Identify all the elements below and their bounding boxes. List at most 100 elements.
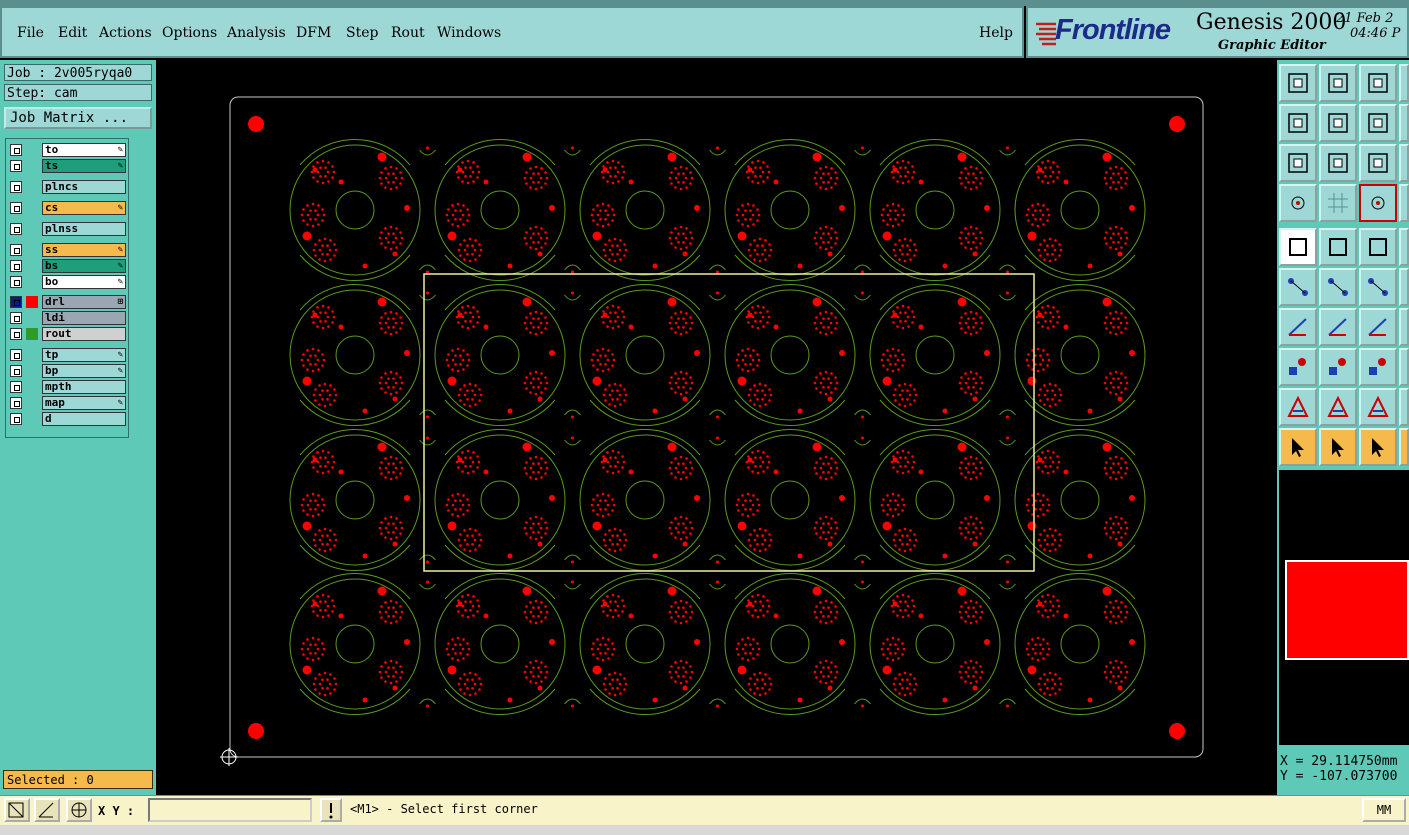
layer-checkbox[interactable] [10, 244, 22, 256]
layer-checkbox[interactable] [10, 202, 22, 214]
arrow-node-button[interactable] [1359, 268, 1397, 306]
layer-checkbox[interactable] [10, 144, 22, 156]
menu-actions[interactable]: Actions [99, 25, 152, 41]
layer-row-to[interactable]: to ✎ [8, 143, 126, 157]
line-a-button[interactable] [1279, 308, 1317, 346]
layer-name[interactable]: map ✎ [42, 396, 126, 410]
alert-button[interactable] [320, 798, 342, 822]
layer-checkbox[interactable] [10, 260, 22, 272]
layer-row-plnss[interactable]: plnss [8, 222, 126, 236]
tool-overflow-button[interactable] [1399, 348, 1409, 386]
layer-checkbox[interactable] [10, 181, 22, 193]
layer-checkbox[interactable] [10, 312, 22, 324]
board-drawing[interactable] [157, 60, 1277, 793]
tool-overflow-button[interactable] [1399, 64, 1409, 102]
pointer-c-button[interactable] [1359, 428, 1397, 466]
home-button[interactable] [1359, 64, 1397, 102]
layer-row-drl[interactable]: drl ⊞ [8, 295, 126, 309]
layer-name[interactable]: drl ⊞ [42, 295, 126, 309]
layer-row-plncs[interactable]: plncs [8, 180, 126, 194]
grid-snap-button[interactable] [66, 798, 92, 822]
zoom-area-button[interactable] [4, 798, 30, 822]
resize-button[interactable] [1359, 348, 1397, 386]
minus-button[interactable] [1319, 348, 1357, 386]
tool-overflow-button[interactable] [1399, 388, 1409, 426]
layer-name[interactable]: cs ✎ [42, 201, 126, 215]
layer-checkbox[interactable] [10, 365, 22, 377]
node-button[interactable] [1279, 348, 1317, 386]
job-matrix-button[interactable]: Job Matrix ... [4, 107, 152, 129]
xy-input[interactable] [148, 798, 312, 822]
layer-checkbox[interactable] [10, 381, 22, 393]
layer-row-mpth[interactable]: mpth [8, 380, 126, 394]
layer-row-rout[interactable]: rout [8, 327, 126, 341]
layer-row-cs[interactable]: cs ✎ [8, 201, 126, 215]
zoom-home-button[interactable] [1279, 64, 1317, 102]
tool-overflow-button[interactable] [1399, 268, 1409, 306]
connect-button[interactable] [1279, 268, 1317, 306]
graphic-canvas[interactable] [157, 60, 1277, 793]
grid-button[interactable] [1319, 184, 1357, 222]
arc-button[interactable] [1359, 308, 1397, 346]
layer-checkbox[interactable] [10, 413, 22, 425]
pointer-b-button[interactable] [1319, 428, 1357, 466]
layer-name[interactable]: plncs [42, 180, 126, 194]
layer-name[interactable]: ss ✎ [42, 243, 126, 257]
menu-help[interactable]: Help [979, 25, 1013, 41]
layer-checkbox[interactable] [10, 397, 22, 409]
layer-checkbox[interactable] [10, 160, 22, 172]
tool-overflow-button[interactable] [1399, 228, 1409, 266]
display-settings-button[interactable] [1279, 184, 1317, 222]
layer-row-map[interactable]: map ✎ [8, 396, 126, 410]
menu-dfm[interactable]: DFM [296, 25, 331, 41]
tool-overflow-button[interactable] [1399, 144, 1409, 182]
units-button[interactable]: MM [1362, 798, 1406, 822]
layer-name[interactable]: ts ✎ [42, 159, 126, 173]
pan-right-button[interactable] [1319, 104, 1357, 142]
layer-row-ss[interactable]: ss ✎ [8, 243, 126, 257]
scale-1-2-button[interactable] [1359, 144, 1397, 182]
layer-row-bo[interactable]: bo ✎ [8, 275, 126, 289]
menu-windows[interactable]: Windows [437, 25, 501, 41]
menu-options[interactable]: Options [162, 25, 217, 41]
menu-analysis[interactable]: Analysis [227, 25, 286, 41]
layer-name[interactable]: bp ✎ [42, 364, 126, 378]
pan-left-button[interactable] [1279, 104, 1317, 142]
measure-button[interactable] [1319, 228, 1357, 266]
layer-name[interactable]: bs ✎ [42, 259, 126, 273]
tool-overflow-button[interactable] [1399, 184, 1409, 222]
undo-view-button[interactable] [1359, 104, 1397, 142]
zoom-center-button[interactable] [1319, 144, 1357, 182]
layer-color-button[interactable] [1359, 184, 1397, 222]
layer-name[interactable]: mpth [42, 380, 126, 394]
layer-name[interactable]: tp ✎ [42, 348, 126, 362]
triangle-b-button[interactable] [1319, 388, 1357, 426]
menu-step[interactable]: Step [346, 25, 378, 41]
line-b-button[interactable] [1319, 308, 1357, 346]
snap-button[interactable] [1279, 228, 1317, 266]
layer-row-bs[interactable]: bs ✎ [8, 259, 126, 273]
layer-checkbox[interactable] [10, 328, 22, 340]
layer-checkbox[interactable] [10, 223, 22, 235]
layer-row-ts[interactable]: ts ✎ [8, 159, 126, 173]
menu-rout[interactable]: Rout [391, 25, 425, 41]
triangle-c-button[interactable] [1359, 388, 1397, 426]
layer-row-bp[interactable]: bp ✎ [8, 364, 126, 378]
pointer-a-button[interactable] [1279, 428, 1317, 466]
zoom-out-button[interactable] [1319, 64, 1357, 102]
layer-name[interactable]: plnss [42, 222, 126, 236]
layer-name[interactable]: d [42, 412, 126, 426]
measure-button[interactable] [34, 798, 60, 822]
menu-file[interactable]: File [17, 25, 44, 41]
layer-row-d[interactable]: d [8, 412, 126, 426]
tool-overflow-button[interactable] [1399, 104, 1409, 142]
layer-row-tp[interactable]: tp ✎ [8, 348, 126, 362]
layer-name[interactable]: ldi [42, 311, 126, 325]
triangle-a-button[interactable] [1279, 388, 1317, 426]
layer-name[interactable]: to ✎ [42, 143, 126, 157]
zoom-fit-button[interactable] [1279, 144, 1317, 182]
ruler-button[interactable] [1359, 228, 1397, 266]
tool-overflow-button[interactable] [1399, 308, 1409, 346]
menu-edit[interactable]: Edit [58, 25, 87, 41]
layer-name[interactable]: bo ✎ [42, 275, 126, 289]
